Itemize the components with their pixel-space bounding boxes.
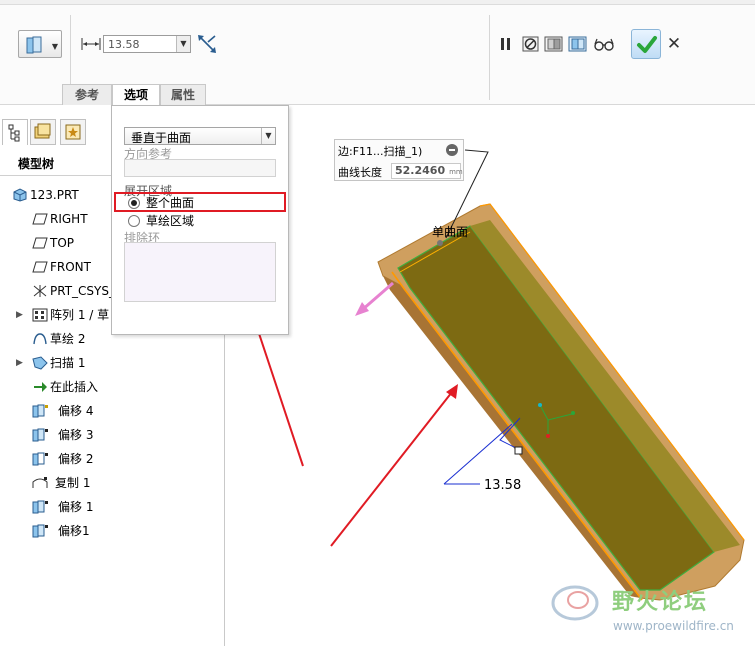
callout-edge-label: 边:F11...扫描_1) <box>338 145 423 158</box>
radio-unselected-icon <box>128 215 140 227</box>
surface-anchor-point <box>437 240 443 246</box>
unit-label: mm <box>449 168 463 176</box>
dimension-line <box>443 423 513 485</box>
offset-surface[interactable] <box>397 225 715 591</box>
curve-length-value[interactable]: 52.2460 mm <box>391 163 463 179</box>
watermark-url: www.proewildfire.cn <box>613 619 734 633</box>
watermark-brand: 野火论坛 <box>612 590 709 615</box>
radio-sketch-area-label: 草绘区域 <box>146 214 195 228</box>
direction-ref-field[interactable] <box>124 159 276 177</box>
curve-length-callout: 边:F11...扫描_1) 曲线长度 52.2460 mm <box>334 139 464 181</box>
offset-method-select[interactable]: 垂直于曲面 ▼ <box>124 127 276 145</box>
watermark-logo <box>567 591 589 609</box>
radio-sketch-area[interactable]: 草绘区域 <box>128 213 288 229</box>
dimension-value[interactable]: 13.58 <box>484 478 521 493</box>
offset-method-value: 垂直于曲面 <box>131 131 192 145</box>
collapse-icon[interactable] <box>446 144 458 156</box>
highlight-box <box>114 192 286 212</box>
direction-arrow[interactable] <box>361 281 394 312</box>
triad-node <box>546 434 550 438</box>
curve-length-number: 52.2460 <box>395 164 446 177</box>
triad-node <box>571 411 575 415</box>
triad-node <box>538 403 542 407</box>
drag-handle[interactable] <box>514 446 523 455</box>
surface-label: 单曲面 <box>432 225 469 239</box>
exclude-loops-field[interactable] <box>124 242 276 302</box>
callout-length-label: 曲线长度 <box>338 166 382 179</box>
chevron-down-icon: ▼ <box>261 128 275 144</box>
annotation-arrow <box>330 391 453 547</box>
options-panel: 垂直于曲面 ▼ 方向参考 展开区域 整个曲面 草绘区域 排除环 <box>111 105 289 335</box>
